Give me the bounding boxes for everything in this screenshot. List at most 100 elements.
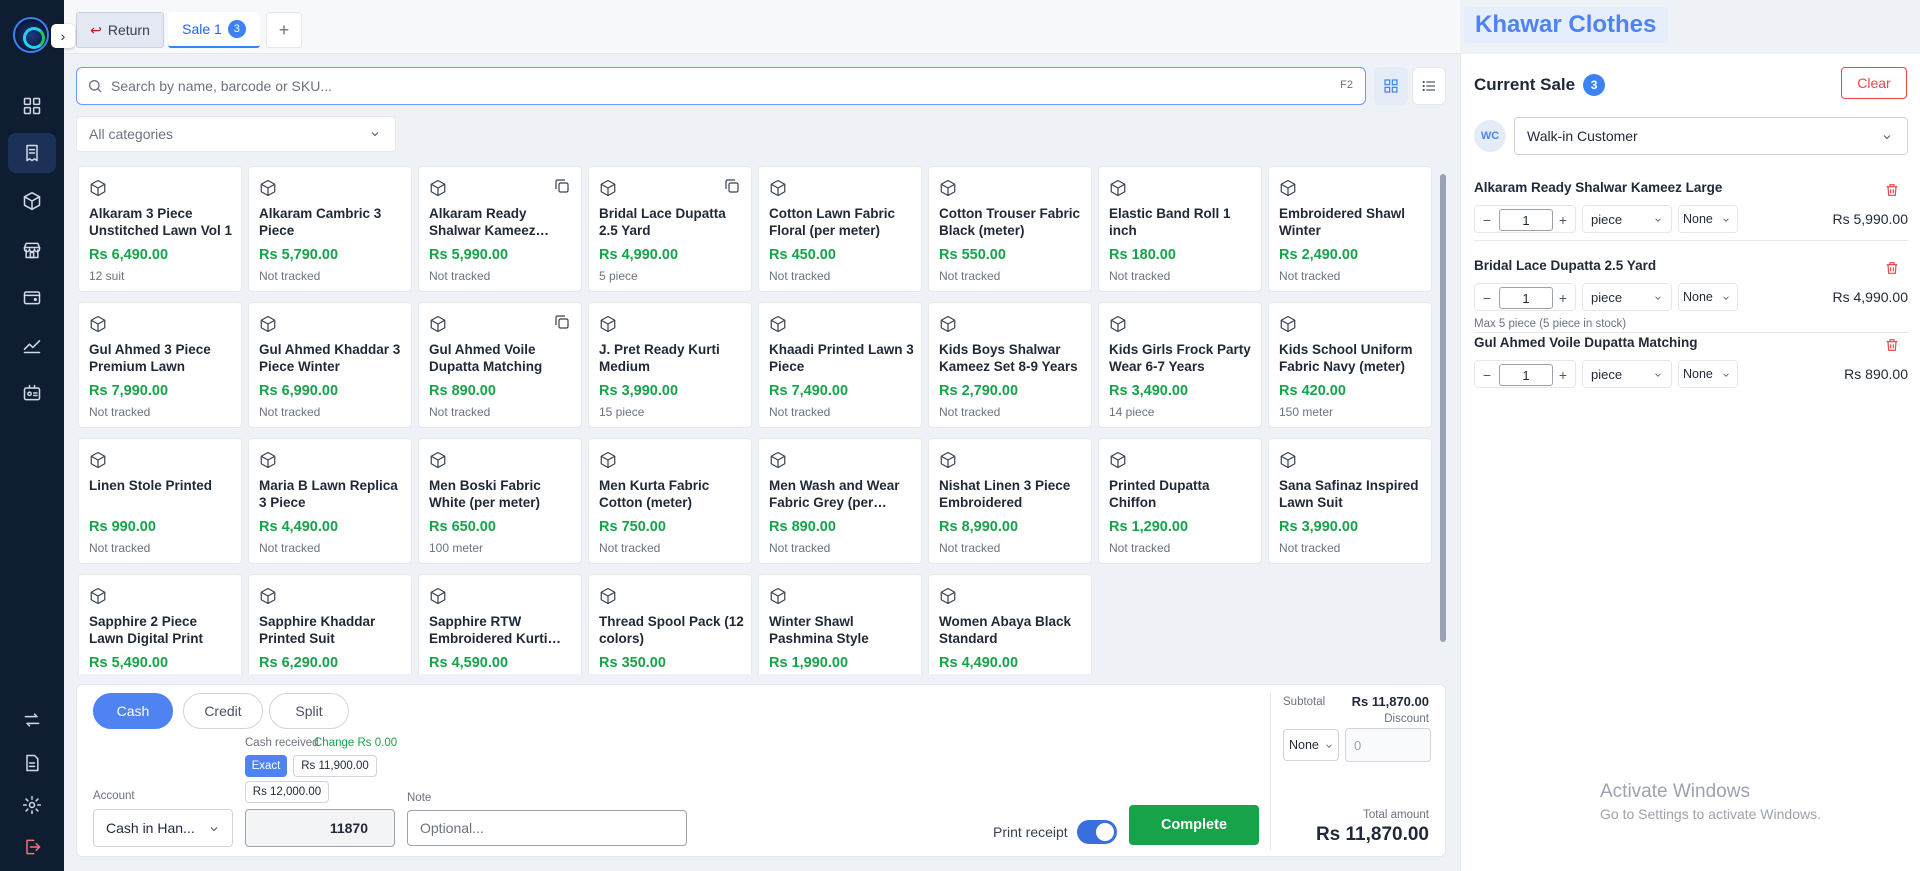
category-select[interactable]: All categories: [76, 116, 396, 152]
product-card[interactable]: Kids School Uniform Fabric Navy (meter) R…: [1268, 302, 1432, 428]
package-icon: [23, 191, 41, 211]
search-input[interactable]: [111, 75, 1291, 97]
nav-products[interactable]: [8, 181, 56, 221]
discount-type-select[interactable]: None: [1283, 729, 1339, 761]
product-card[interactable]: Printed Dupatta Chiffon Rs 1,290.00 Not tr…: [1098, 438, 1262, 564]
trash-icon[interactable]: [1884, 337, 1900, 353]
payment-method-cash[interactable]: Cash: [93, 693, 173, 729]
product-card[interactable]: Bridal Lace Dupatta 2.5 Yard Rs 4,990.00 5…: [588, 166, 752, 292]
product-card[interactable]: Alkaram Ready Shalwar Kameez… Rs 5,990.00…: [418, 166, 582, 292]
product-card[interactable]: Sana Safinaz Inspired Lawn Suit Rs 3,990.…: [1268, 438, 1432, 564]
decrement-button[interactable]: −: [1477, 365, 1497, 385]
increment-button[interactable]: +: [1553, 365, 1573, 385]
discount-type-value: None: [1289, 738, 1319, 752]
product-card[interactable]: Cotton Trouser Fabric Black (meter) Rs 55…: [928, 166, 1092, 292]
trash-icon[interactable]: [1884, 182, 1900, 198]
package-icon: [430, 179, 446, 197]
product-card[interactable]: Linen Stole Printed Rs 990.00 Not tracked: [78, 438, 242, 564]
product-card[interactable]: Alkaram Cambric 3 Piece Rs 5,790.00 Not tr…: [248, 166, 412, 292]
product-name: Gul Ahmed Voile Dupatta Matching: [429, 342, 543, 374]
cash-received-input[interactable]: [245, 809, 395, 847]
package-icon: [430, 587, 446, 605]
product-card[interactable]: Sapphire RTW Embroidered Kurti… Rs 4,590.…: [418, 574, 582, 674]
product-card[interactable]: Gul Ahmed 3 Piece Premium Lawn Rs 7,990.0…: [78, 302, 242, 428]
quick-amount-button[interactable]: Rs 11,900.00: [293, 755, 377, 777]
product-card[interactable]: Gul Ahmed Voile Dupatta Matching Rs 890.0…: [418, 302, 582, 428]
nav-invoices[interactable]: [8, 743, 56, 783]
sidebar-expand-button[interactable]: ›: [51, 24, 75, 48]
product-card[interactable]: Sapphire 2 Piece Lawn Digital Print Rs 5,…: [78, 574, 242, 674]
product-card[interactable]: Men Boski Fabric White (per meter) Rs 650…: [418, 438, 582, 564]
product-card[interactable]: Gul Ahmed Khaddar 3 Piece Winter Rs 6,990…: [248, 302, 412, 428]
payment-method-split[interactable]: Split: [269, 693, 349, 729]
quantity-value[interactable]: 1: [1499, 364, 1553, 386]
nav-reports[interactable]: [8, 325, 56, 365]
package-icon: [770, 179, 786, 197]
product-card[interactable]: Sapphire Khaddar Printed Suit Rs 6,290.00: [248, 574, 412, 674]
decrement-button[interactable]: −: [1477, 210, 1497, 230]
copy-icon[interactable]: [723, 177, 741, 195]
search-box: F2: [76, 67, 1366, 105]
product-card[interactable]: Kids Boys Shalwar Kameez Set 8-9 Years Rs…: [928, 302, 1092, 428]
account-select[interactable]: Cash in Han...: [93, 809, 233, 847]
nav-staff[interactable]: [8, 373, 56, 413]
product-card[interactable]: Elastic Band Roll 1 inch Rs 180.00 Not tra…: [1098, 166, 1262, 292]
variant-select[interactable]: None: [1678, 205, 1738, 233]
trash-icon[interactable]: [1884, 260, 1900, 276]
discount-input[interactable]: [1345, 728, 1431, 762]
product-grid-scrollbar[interactable]: [1438, 166, 1448, 674]
quick-amount-button[interactable]: Rs 12,000.00: [245, 781, 329, 803]
increment-button[interactable]: +: [1553, 210, 1573, 230]
chart-line-icon: [23, 340, 41, 354]
payment-method-credit[interactable]: Credit: [183, 693, 263, 729]
variant-select[interactable]: None: [1678, 283, 1738, 311]
product-card[interactable]: Cotton Lawn Fabric Floral (per meter) Rs …: [758, 166, 922, 292]
tab-sale-1[interactable]: Sale 1 3: [168, 12, 260, 48]
quantity-value[interactable]: 1: [1499, 287, 1553, 309]
list-view-button[interactable]: [1412, 67, 1446, 105]
complete-sale-button[interactable]: Complete: [1129, 805, 1259, 845]
product-card[interactable]: J. Pret Ready Kurti Medium Rs 3,990.00 15 …: [588, 302, 752, 428]
chevron-down-icon: [1883, 135, 1891, 140]
scrollbar-thumb[interactable]: [1440, 174, 1446, 642]
copy-icon[interactable]: [553, 313, 571, 331]
exact-amount-button[interactable]: Exact: [245, 755, 287, 777]
decrement-button[interactable]: −: [1477, 288, 1497, 308]
product-card[interactable]: Men Wash and Wear Fabric Grey (per… Rs 89…: [758, 438, 922, 564]
nav-transfer[interactable]: [8, 700, 56, 740]
nav-pos[interactable]: [8, 133, 56, 173]
product-card[interactable]: Women Abaya Black Standard Rs 4,490.00: [928, 574, 1092, 674]
nav-store[interactable]: [8, 230, 56, 270]
nav-settings[interactable]: [8, 785, 56, 825]
package-icon: [260, 179, 276, 197]
product-card[interactable]: Thread Spool Pack (12 colors) Rs 350.00: [588, 574, 752, 674]
nav-wallet[interactable]: [8, 277, 56, 317]
unit-select[interactable]: piece: [1582, 360, 1672, 388]
copy-icon[interactable]: [553, 177, 571, 195]
product-card[interactable]: Embroidered Shawl Winter Rs 2,490.00 Not t…: [1268, 166, 1432, 292]
product-card[interactable]: Kids Girls Frock Party Wear 6-7 Years Rs …: [1098, 302, 1262, 428]
product-card[interactable]: Nishat Linen 3 Piece Embroidered Rs 8,990…: [928, 438, 1092, 564]
product-price: Rs 350.00: [599, 655, 666, 671]
product-card[interactable]: Men Kurta Fabric Cotton (meter) Rs 750.00…: [588, 438, 752, 564]
product-card[interactable]: Alkaram 3 Piece Unstitched Lawn Vol 1 Rs …: [78, 166, 242, 292]
nav-dashboard[interactable]: [8, 86, 56, 126]
note-input[interactable]: [407, 810, 687, 846]
product-card[interactable]: Winter Shawl Pashmina Style Rs 1,990.00: [758, 574, 922, 674]
product-card[interactable]: Maria B Lawn Replica 3 Piece Rs 4,490.00 N…: [248, 438, 412, 564]
print-receipt-toggle[interactable]: [1077, 820, 1117, 844]
tab-return[interactable]: ↩ Return: [76, 12, 164, 48]
product-price: Rs 750.00: [599, 519, 666, 535]
increment-button[interactable]: +: [1553, 288, 1573, 308]
customer-select[interactable]: Walk-in Customer: [1514, 117, 1908, 155]
variant-select[interactable]: None: [1678, 360, 1738, 388]
unit-select[interactable]: piece: [1582, 283, 1672, 311]
product-card[interactable]: Khaadi Printed Lawn 3 Piece Rs 7,490.00 No…: [758, 302, 922, 428]
grid-view-button[interactable]: [1374, 67, 1408, 105]
add-tab-button[interactable]: +: [266, 12, 302, 48]
clear-cart-button[interactable]: Clear: [1841, 67, 1907, 99]
package-icon: [260, 451, 276, 469]
nav-logout[interactable]: [8, 827, 56, 867]
quantity-value[interactable]: 1: [1499, 209, 1553, 231]
unit-select[interactable]: piece: [1582, 205, 1672, 233]
